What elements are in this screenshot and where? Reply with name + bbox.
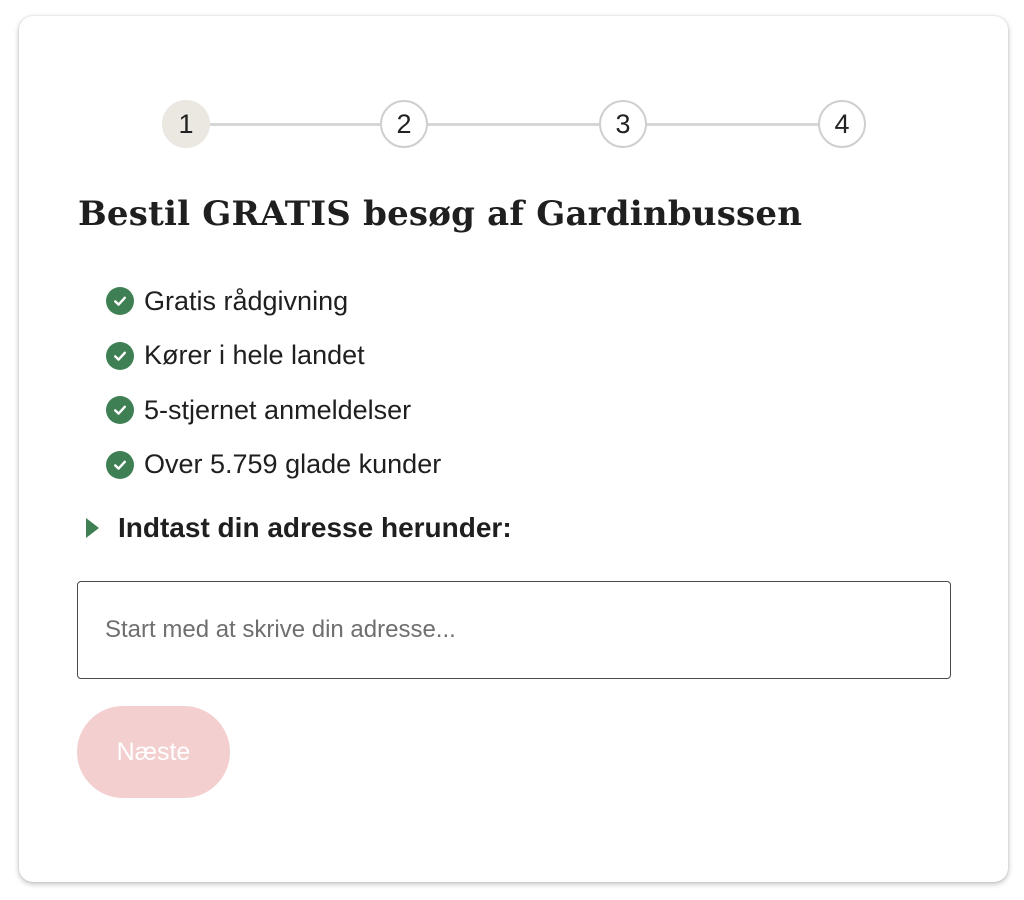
list-item: Kører i hele landet [106,329,441,384]
check-circle-icon [106,341,134,370]
step-number: 4 [834,108,850,139]
check-circle-icon [106,287,134,316]
page-title: Bestil GRATIS besøg af Gardinbussen [78,194,803,234]
list-item: Gratis rådgivning [106,274,441,329]
step-3: 3 [599,100,647,148]
benefits-list: Gratis rådgivning Kører i hele landet 5-… [106,274,441,492]
check-circle-icon [106,450,134,479]
stepper: 1 2 3 4 [19,16,1008,216]
list-item: 5-stjernet anmeldelser [106,383,441,438]
step-connector [208,123,380,126]
step-2: 2 [380,100,428,148]
address-prompt: Indtast din adresse herunder: [86,512,512,544]
booking-form-card: 1 2 3 4 Bestil GRATIS besøg af Gardinbus… [19,16,1008,882]
step-4: 4 [818,100,866,148]
benefit-text: Gratis rådgivning [144,285,349,316]
step-connector [426,123,599,126]
step-number: 2 [396,108,412,139]
benefit-text: Over 5.759 glade kunder [144,449,442,480]
benefit-text: Kører i hele landet [144,340,365,371]
step-connector [645,123,818,126]
step-number: 3 [615,108,631,139]
address-input[interactable] [77,581,951,679]
benefit-text: 5-stjernet anmeldelser [144,394,412,425]
step-number: 1 [178,108,194,139]
list-item: Over 5.759 glade kunder [106,438,441,493]
address-prompt-label: Indtast din adresse herunder: [118,512,512,543]
triangle-right-icon [86,518,99,538]
check-circle-icon [106,396,134,425]
step-1: 1 [162,100,210,148]
next-button[interactable]: Næste [77,706,230,798]
